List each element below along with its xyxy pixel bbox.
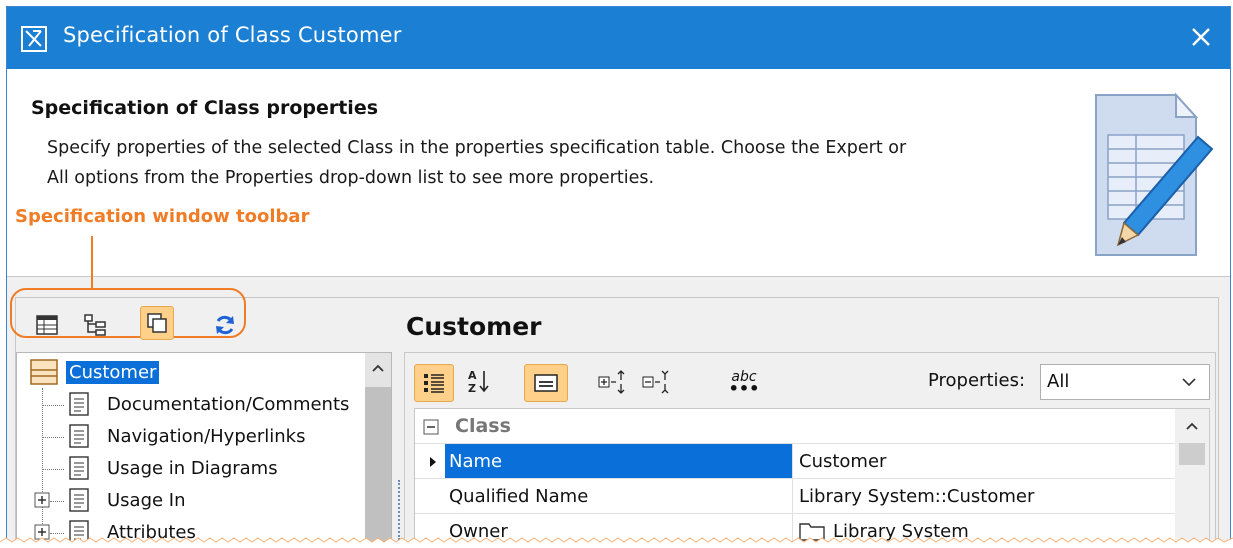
- sort-alphabetical-button[interactable]: A Z: [462, 364, 496, 398]
- app-icon: [21, 26, 47, 52]
- table-row[interactable]: Qualified Name Library System::Customer: [415, 479, 1177, 514]
- tree-item-label: Documentation/Comments: [107, 393, 350, 415]
- title-bar[interactable]: Specification of Class Customer: [7, 7, 1230, 69]
- tree-scrollbar[interactable]: [365, 353, 391, 548]
- panel-splitter[interactable]: [398, 480, 402, 540]
- page-icon: [69, 424, 89, 448]
- ellipsis-icon: •••: [728, 379, 760, 398]
- tree-connector: [42, 388, 43, 538]
- close-icon[interactable]: [1186, 22, 1216, 52]
- annotation-line: [91, 236, 93, 290]
- tree-view-button[interactable]: [78, 308, 112, 342]
- property-name: Qualified Name: [445, 479, 793, 513]
- show-description-button[interactable]: [524, 364, 568, 402]
- tree-item-customer[interactable]: Customer: [30, 358, 160, 386]
- property-value[interactable]: Customer: [795, 444, 1175, 478]
- expand-all-button[interactable]: [596, 366, 630, 400]
- tree-item-label: Customer: [66, 360, 160, 384]
- property-grid: Class Name Customer Qualified Name Libra…: [414, 408, 1210, 548]
- scroll-up-icon[interactable]: [1185, 421, 1199, 431]
- categorized-icon: [424, 374, 444, 393]
- svg-text:Z: Z: [468, 382, 476, 394]
- window-title: Specification of Class Customer: [63, 23, 402, 47]
- tree-view-icon: [84, 314, 106, 336]
- chevron-down-icon[interactable]: [1169, 365, 1209, 399]
- properties-label: Properties:: [928, 370, 1026, 391]
- header-description-line2: All options from the Properties drop-dow…: [47, 168, 655, 188]
- tree-item-label: Usage in Diagrams: [107, 457, 278, 479]
- property-name: Name: [445, 444, 793, 478]
- properties-dropdown-value: All: [1047, 371, 1070, 392]
- tree-item-documentation[interactable]: Documentation/Comments: [68, 390, 352, 418]
- table-view-icon: [36, 315, 58, 335]
- category-row[interactable]: Class: [415, 409, 1177, 444]
- description-icon: [534, 374, 558, 392]
- svg-text:A: A: [468, 369, 477, 382]
- tree-item-navigation[interactable]: Navigation/Hyperlinks: [68, 422, 308, 450]
- tree-connector: [42, 405, 64, 406]
- document-pencil-icon: [1095, 92, 1214, 256]
- tree-item-usage-diagrams[interactable]: Usage in Diagrams: [68, 454, 281, 482]
- collapse-all-button[interactable]: [640, 366, 674, 400]
- tree-item-label: Usage In: [107, 489, 186, 511]
- group-by-category-button[interactable]: [414, 364, 454, 402]
- tree-connector: [42, 437, 64, 438]
- collapse-all-icon: [642, 370, 669, 394]
- table-row[interactable]: Name Customer: [415, 444, 1177, 479]
- refresh-button[interactable]: [208, 308, 242, 342]
- page-icon: [69, 392, 89, 416]
- expand-plus-icon[interactable]: [34, 492, 50, 508]
- scroll-up-icon[interactable]: [371, 363, 385, 373]
- expand-all-icon: [598, 370, 625, 394]
- copy-windows-icon: [147, 313, 167, 333]
- category-label: Class: [455, 415, 511, 437]
- header-title: Specification of Class properties: [31, 97, 379, 119]
- properties-dropdown[interactable]: All: [1040, 364, 1210, 400]
- panel-title: Customer: [406, 312, 542, 341]
- table-view-button[interactable]: [30, 308, 64, 342]
- tree-scroll-thumb[interactable]: [365, 387, 391, 548]
- annotation-label: Specification window toolbar: [15, 206, 310, 227]
- header-section: Specification of Class properties Specif…: [7, 69, 1230, 277]
- page-icon: [69, 488, 89, 512]
- header-description: Specify properties of the selected Class…: [47, 133, 1007, 193]
- tree-item-label: Navigation/Hyperlinks: [107, 425, 306, 447]
- tree-item-usage-in[interactable]: Usage In: [34, 486, 189, 514]
- grid-scrollbar[interactable]: [1175, 409, 1209, 548]
- copy-windows-button[interactable]: [140, 306, 174, 340]
- row-pointer-icon: [430, 457, 436, 467]
- find-button[interactable]: abc •••: [726, 364, 762, 400]
- torn-edge-decoration: [0, 537, 1233, 548]
- refresh-icon: [216, 315, 234, 335]
- collapse-minus-icon[interactable]: [423, 419, 439, 435]
- class-icon: [30, 359, 58, 385]
- property-value[interactable]: Library System::Customer: [795, 479, 1175, 513]
- tree-connector: [42, 469, 64, 470]
- grid-scroll-thumb[interactable]: [1179, 443, 1205, 465]
- sort-az-icon: A Z: [468, 369, 489, 394]
- page-icon: [69, 456, 89, 480]
- header-description-line1: Specify properties of the selected Class…: [47, 138, 907, 158]
